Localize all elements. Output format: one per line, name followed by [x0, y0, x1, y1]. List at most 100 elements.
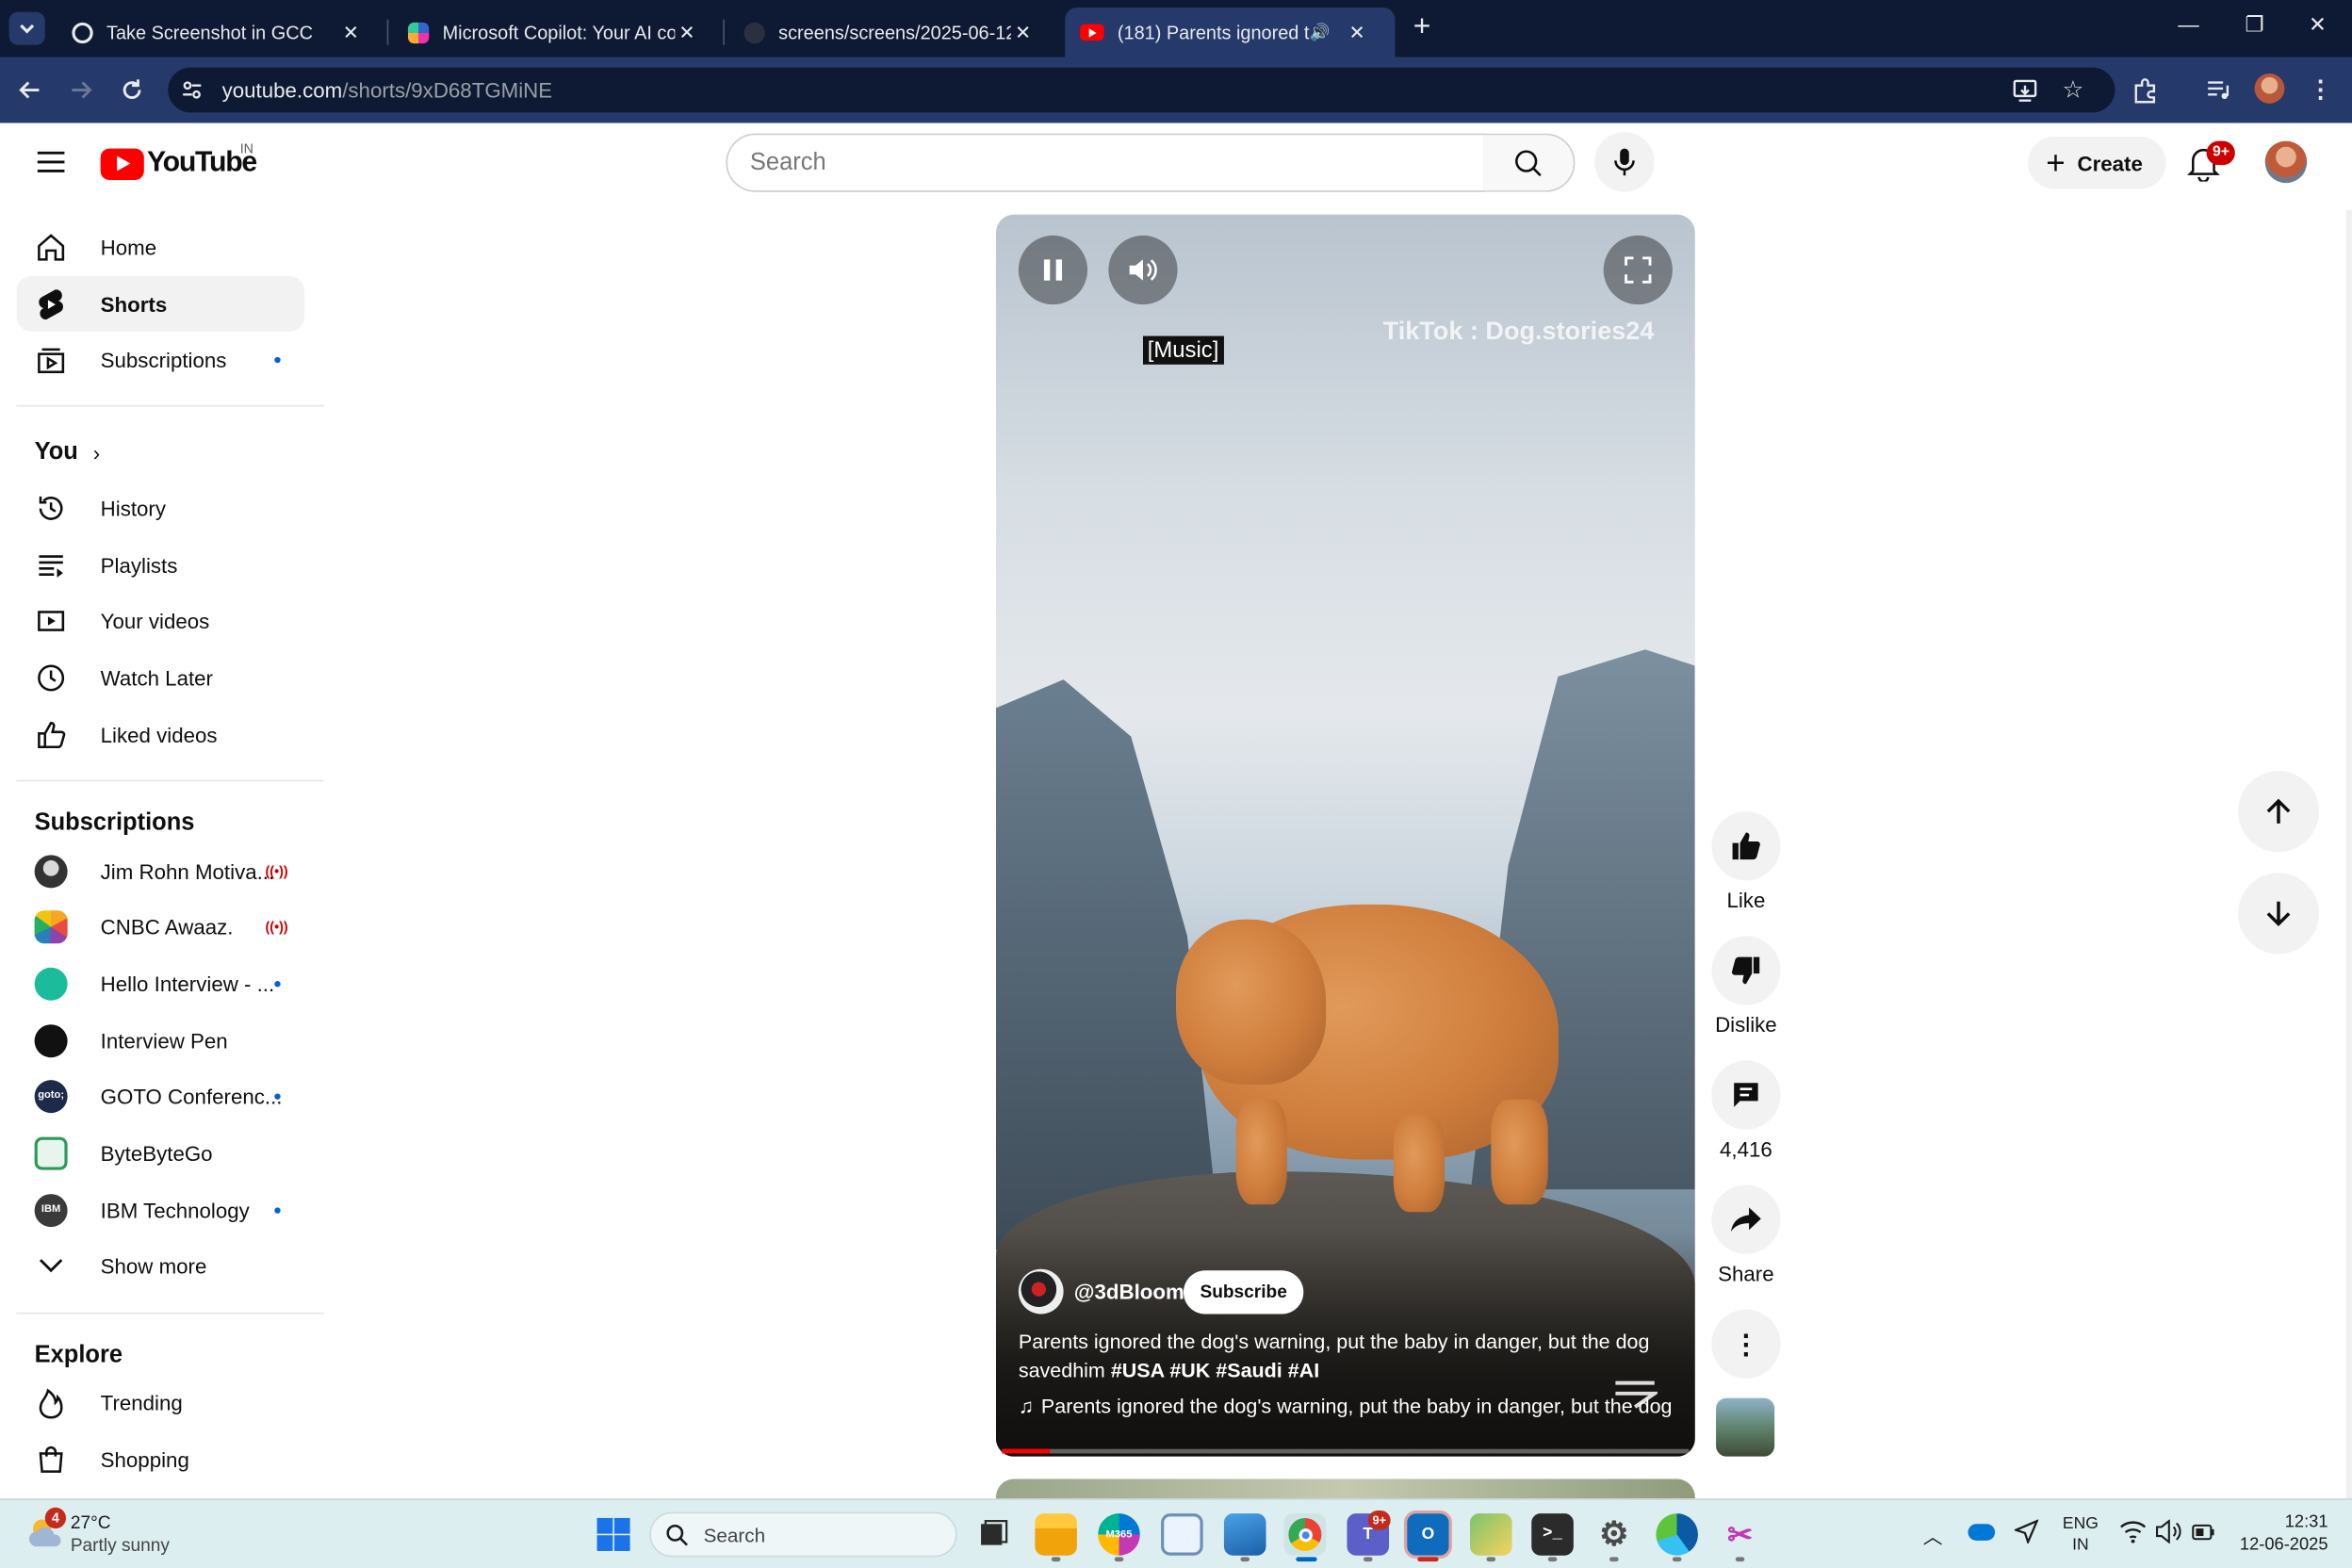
close-tab-icon[interactable]: ✕	[1011, 20, 1035, 43]
volume-button[interactable]	[1108, 235, 1178, 305]
settings-icon[interactable]: ⚙	[1593, 1513, 1636, 1556]
channel-handle[interactable]: @3dBloom	[1074, 1280, 1184, 1303]
snipping-tool-icon[interactable]: ✂	[1719, 1513, 1761, 1556]
browser-tab[interactable]: screens/screens/2025-06-12_09 ✕	[729, 8, 1051, 57]
tab-audio-icon[interactable]: 🔊	[1310, 23, 1331, 41]
task-view-icon[interactable]	[972, 1513, 1015, 1556]
bookmark-star-icon[interactable]: ☆	[2055, 72, 2091, 107]
language-line: IN	[2072, 1536, 2089, 1555]
hamburger-menu-icon[interactable]	[36, 149, 66, 176]
like-button[interactable]	[1711, 811, 1781, 881]
sidebar-subscription[interactable]: goto; GOTO Conferenc...	[17, 1068, 305, 1123]
sidebar-subscription[interactable]: CNBC Awaaz. ((•))	[17, 899, 305, 955]
music-row[interactable]: ♫ Parents ignored the dog's warning, put…	[1019, 1395, 1673, 1417]
sidebar-subscription[interactable]: Hello Interview - ...	[17, 956, 305, 1011]
share-button[interactable]	[1711, 1184, 1781, 1254]
youtube-logo[interactable]: YouTube	[100, 145, 257, 181]
account-avatar[interactable]	[2264, 140, 2308, 184]
edge-icon[interactable]	[1656, 1513, 1698, 1556]
sidebar-item-history[interactable]: History	[17, 480, 305, 535]
browser-tab[interactable]: Take Screenshot in GCC ✕	[57, 8, 378, 57]
m365-icon[interactable]: M365	[1098, 1513, 1140, 1556]
page-scrollbar[interactable]	[2345, 209, 2352, 1499]
sidebar-subscription[interactable]: Interview Pen	[17, 1012, 305, 1068]
close-tab-icon[interactable]: ✕	[1345, 20, 1368, 43]
sound-thumbnail[interactable]	[1716, 1397, 1775, 1457]
notepad-window-icon[interactable]	[1161, 1513, 1203, 1556]
language-indicator[interactable]: ENG IN	[2061, 1513, 2099, 1556]
wifi-icon[interactable]	[2119, 1520, 2147, 1544]
tab-search-button[interactable]	[8, 11, 45, 45]
address-bar[interactable]: youtube.com/shorts/9xD68TGMiNE	[168, 67, 2115, 113]
onedrive-icon[interactable]	[1968, 1524, 1996, 1541]
remix-icon[interactable]	[1612, 1379, 1658, 1409]
reload-button[interactable]	[114, 72, 150, 107]
previous-short-button[interactable]	[2238, 771, 2319, 853]
chrome-icon[interactable]	[1283, 1513, 1327, 1556]
fullscreen-button[interactable]	[1603, 235, 1673, 305]
close-tab-icon[interactable]: ✕	[675, 20, 698, 43]
short-video-player[interactable]	[995, 214, 1695, 1457]
sidebar-subscription[interactable]: ByteByteGo	[17, 1125, 305, 1181]
extensions-icon[interactable]	[2127, 72, 2163, 107]
sidebar-item-home[interactable]: Home	[17, 219, 305, 274]
location-icon[interactable]	[2014, 1519, 2039, 1544]
sidebar-item-playlists[interactable]: Playlists	[17, 537, 305, 593]
paint-icon[interactable]	[1470, 1513, 1512, 1556]
close-window-button[interactable]: ✕	[2295, 12, 2341, 38]
description-line: savedhim	[1018, 1359, 1105, 1382]
dislike-button[interactable]	[1711, 936, 1781, 1005]
browser-tab-active[interactable]: (181) Parents ignored the dog's warning …	[1065, 7, 1396, 57]
install-app-icon[interactable]	[2007, 72, 2043, 107]
taskbar-search[interactable]: Search	[649, 1511, 957, 1558]
media-control-icon[interactable]	[2200, 72, 2236, 107]
site-info-icon[interactable]	[180, 78, 204, 102]
more-actions-button[interactable]: ⋮	[1711, 1309, 1781, 1379]
search-button[interactable]	[1483, 133, 1576, 192]
browser-menu-icon[interactable]: ⋮	[2302, 72, 2338, 107]
forward-button[interactable]	[63, 72, 99, 107]
weather-widget[interactable]: 4 27°C Partly sunny	[27, 1507, 207, 1561]
show-more-button[interactable]: Show more	[17, 1237, 305, 1293]
sidebar-item-your-videos[interactable]: Your videos	[17, 593, 305, 648]
voice-search-button[interactable]	[1594, 132, 1655, 192]
search-input[interactable]: Search	[726, 133, 1485, 192]
sidebar-item-trending[interactable]: Trending	[17, 1374, 305, 1429]
short-description[interactable]: Parents ignored the dog's warning, put t…	[1019, 1328, 1678, 1384]
create-button[interactable]: + Create	[2028, 136, 2166, 189]
show-hidden-icons-button[interactable]: ︿	[1923, 1521, 1943, 1549]
sidebar-item-liked-videos[interactable]: Liked videos	[17, 707, 305, 762]
hashtags[interactable]: #USA #UK #Saudi #AI	[1111, 1359, 1319, 1381]
comments-button[interactable]	[1711, 1060, 1781, 1130]
close-tab-icon[interactable]: ✕	[339, 20, 363, 43]
channel-avatar[interactable]	[1018, 1268, 1064, 1315]
subscribe-button[interactable]: Subscribe	[1183, 1270, 1304, 1315]
pause-button[interactable]	[1018, 235, 1088, 305]
sidebar-item-shorts[interactable]: Shorts	[16, 275, 305, 332]
sidebar-you-heading[interactable]: You ›	[35, 439, 101, 466]
new-tab-button[interactable]: +	[1407, 12, 1437, 42]
sidebar-subscription[interactable]: IBM IBM Technology	[17, 1182, 305, 1237]
video-progress-track[interactable]	[1002, 1448, 1690, 1454]
next-short-button[interactable]	[2238, 873, 2319, 955]
back-button[interactable]	[12, 72, 48, 107]
battery-icon[interactable]	[2192, 1524, 2215, 1541]
next-short-preview[interactable]	[995, 1478, 1695, 1500]
start-button[interactable]	[596, 1516, 631, 1552]
arrow-down-icon	[2266, 901, 2291, 927]
clock[interactable]: 12:31 12-06-2025	[2232, 1512, 2328, 1558]
file-explorer-icon[interactable]	[1035, 1513, 1077, 1556]
outlook-icon[interactable]: O	[1403, 1510, 1452, 1559]
sidebar-subscription[interactable]: Jim Rohn Motiva... ((•))	[17, 843, 305, 899]
sidebar-item-subscriptions[interactable]: Subscriptions	[17, 332, 305, 387]
terminal-icon[interactable]: >_	[1531, 1513, 1574, 1556]
dog-leg-figure	[1491, 1099, 1548, 1205]
sidebar-item-shopping[interactable]: Shopping	[17, 1431, 305, 1487]
speaker-icon[interactable]	[2155, 1519, 2182, 1544]
browser-tab[interactable]: Microsoft Copilot: Your AI companion ✕	[393, 8, 714, 57]
minimize-button[interactable]: —	[2166, 12, 2212, 36]
profile-avatar[interactable]	[2254, 74, 2285, 104]
photos-app-icon[interactable]	[1223, 1513, 1266, 1556]
sidebar-item-watch-later[interactable]: Watch Later	[17, 649, 305, 705]
restore-button[interactable]: ❐	[2232, 12, 2278, 38]
